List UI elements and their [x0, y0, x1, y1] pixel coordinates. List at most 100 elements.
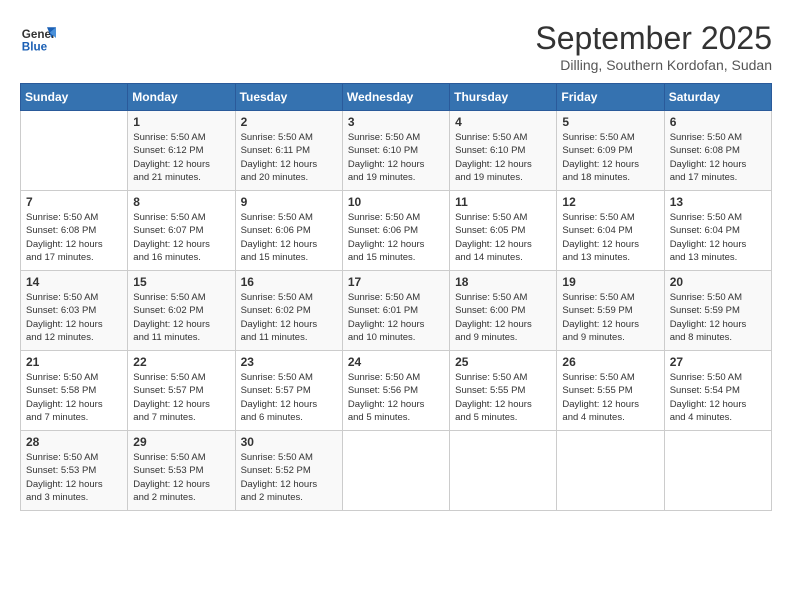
day-info: Sunrise: 5:50 AM Sunset: 6:03 PM Dayligh… — [26, 291, 122, 344]
calendar-week-3: 21Sunrise: 5:50 AM Sunset: 5:58 PM Dayli… — [21, 351, 772, 431]
calendar-week-4: 28 Sunrise: 5:50 AM Sunset: 5:53 PM Dayli… — [21, 431, 772, 511]
calendar-cell: 8Sunrise: 5:50 AM Sunset: 6:07 PM Daylig… — [128, 191, 235, 271]
day-info: Sunrise: 5:50 AM Sunset: 6:12 PM Dayligh… — [133, 131, 229, 184]
day-info: Sunrise: 5:50 AM Sunset: 5:57 PM Dayligh… — [241, 371, 337, 424]
calendar-cell: 5 Sunrise: 5:50 AM Sunset: 6:09 PM Daylig… — [557, 111, 664, 191]
day-info: Sunrise: 5:50 AM Sunset: 6:02 PM Dayligh… — [241, 291, 337, 344]
day-number: 10 — [348, 195, 444, 209]
page-header: General Blue September 2025 Dilling, Sou… — [20, 20, 772, 73]
calendar-cell: 30 Sunrise: 5:50 AM Sunset: 5:52 PM Dayli… — [235, 431, 342, 511]
calendar-cell: 28Sunrise: 5:50 AM Sunset: 5:53 PM Dayli… — [21, 431, 128, 511]
day-info: Sunrise: 5:50 AM Sunset: 5:56 PM Dayligh… — [348, 371, 444, 424]
calendar-cell: 1Sunrise: 5:50 AM Sunset: 6:12 PM Daylig… — [128, 111, 235, 191]
calendar-cell: 11 Sunrise: 5:50 AM Sunset: 6:05 PM Dayli… — [450, 191, 557, 271]
calendar-cell: 10 Sunrise: 5:50 AM Sunset: 6:06 PM Dayli… — [342, 191, 449, 271]
logo: General Blue — [20, 20, 56, 56]
day-number: 13 — [670, 195, 766, 209]
calendar-cell — [664, 431, 771, 511]
calendar-cell: 6 Sunrise: 5:50 AM Sunset: 6:08 PM Daylig… — [664, 111, 771, 191]
day-info: Sunrise: 5:50 AM Sunset: 5:52 PM Dayligh… — [241, 451, 337, 504]
day-info: Sunrise: 5:50 AM Sunset: 6:06 PM Dayligh… — [241, 211, 337, 264]
day-info: Sunrise: 5:50 AM Sunset: 6:08 PM Dayligh… — [670, 131, 766, 184]
weekday-header-sunday: Sunday — [21, 84, 128, 111]
calendar-cell: 4 Sunrise: 5:50 AM Sunset: 6:10 PM Daylig… — [450, 111, 557, 191]
weekday-header-row: SundayMondayTuesdayWednesdayThursdayFrid… — [21, 84, 772, 111]
day-info: Sunrise: 5:50 AM Sunset: 5:53 PM Dayligh… — [133, 451, 229, 504]
location-subtitle: Dilling, Southern Kordofan, Sudan — [535, 57, 772, 73]
day-number: 16 — [241, 275, 337, 289]
calendar-cell: 24 Sunrise: 5:50 AM Sunset: 5:56 PM Dayli… — [342, 351, 449, 431]
calendar-cell — [450, 431, 557, 511]
calendar-cell: 17Sunrise: 5:50 AM Sunset: 6:01 PM Dayli… — [342, 271, 449, 351]
day-info: Sunrise: 5:50 AM Sunset: 5:54 PM Dayligh… — [670, 371, 766, 424]
day-number: 18 — [455, 275, 551, 289]
calendar-cell: 27 Sunrise: 5:50 AM Sunset: 5:54 PM Dayli… — [664, 351, 771, 431]
day-number: 30 — [241, 435, 337, 449]
calendar-cell: 25 Sunrise: 5:50 AM Sunset: 5:55 PM Dayli… — [450, 351, 557, 431]
calendar-cell — [342, 431, 449, 511]
day-info: Sunrise: 5:50 AM Sunset: 5:59 PM Dayligh… — [562, 291, 658, 344]
day-number: 24 — [348, 355, 444, 369]
day-number: 12 — [562, 195, 658, 209]
day-info: Sunrise: 5:50 AM Sunset: 6:00 PM Dayligh… — [455, 291, 551, 344]
day-number: 2 — [241, 115, 337, 129]
day-info: Sunrise: 5:50 AM Sunset: 6:11 PM Dayligh… — [241, 131, 337, 184]
day-info: Sunrise: 5:50 AM Sunset: 6:04 PM Dayligh… — [670, 211, 766, 264]
day-info: Sunrise: 5:50 AM Sunset: 6:01 PM Dayligh… — [348, 291, 444, 344]
day-number: 5 — [562, 115, 658, 129]
calendar-cell: 15 Sunrise: 5:50 AM Sunset: 6:02 PM Dayli… — [128, 271, 235, 351]
calendar-cell: 19Sunrise: 5:50 AM Sunset: 5:59 PM Dayli… — [557, 271, 664, 351]
weekday-header-friday: Friday — [557, 84, 664, 111]
calendar-cell: 29 Sunrise: 5:50 AM Sunset: 5:53 PM Dayli… — [128, 431, 235, 511]
calendar-cell: 12Sunrise: 5:50 AM Sunset: 6:04 PM Dayli… — [557, 191, 664, 271]
calendar-cell: 20Sunrise: 5:50 AM Sunset: 5:59 PM Dayli… — [664, 271, 771, 351]
day-number: 15 — [133, 275, 229, 289]
day-number: 4 — [455, 115, 551, 129]
day-info: Sunrise: 5:50 AM Sunset: 6:08 PM Dayligh… — [26, 211, 122, 264]
day-info: Sunrise: 5:50 AM Sunset: 5:57 PM Dayligh… — [133, 371, 229, 424]
day-info: Sunrise: 5:50 AM Sunset: 6:09 PM Dayligh… — [562, 131, 658, 184]
weekday-header-thursday: Thursday — [450, 84, 557, 111]
weekday-header-wednesday: Wednesday — [342, 84, 449, 111]
day-number: 29 — [133, 435, 229, 449]
calendar-cell: 18 Sunrise: 5:50 AM Sunset: 6:00 PM Dayli… — [450, 271, 557, 351]
weekday-header-monday: Monday — [128, 84, 235, 111]
day-number: 20 — [670, 275, 766, 289]
day-number: 27 — [670, 355, 766, 369]
day-number: 28 — [26, 435, 122, 449]
calendar-cell: 2 Sunrise: 5:50 AM Sunset: 6:11 PM Daylig… — [235, 111, 342, 191]
day-info: Sunrise: 5:50 AM Sunset: 5:55 PM Dayligh… — [455, 371, 551, 424]
calendar-cell: 26Sunrise: 5:50 AM Sunset: 5:55 PM Dayli… — [557, 351, 664, 431]
day-number: 14 — [26, 275, 122, 289]
calendar-cell: 9 Sunrise: 5:50 AM Sunset: 6:06 PM Daylig… — [235, 191, 342, 271]
day-number: 7 — [26, 195, 122, 209]
day-number: 9 — [241, 195, 337, 209]
weekday-header-saturday: Saturday — [664, 84, 771, 111]
title-block: September 2025 Dilling, Southern Kordofa… — [535, 20, 772, 73]
calendar-cell: 16 Sunrise: 5:50 AM Sunset: 6:02 PM Dayli… — [235, 271, 342, 351]
calendar-cell — [557, 431, 664, 511]
calendar-cell: 22Sunrise: 5:50 AM Sunset: 5:57 PM Dayli… — [128, 351, 235, 431]
calendar-cell — [21, 111, 128, 191]
calendar-cell: 7 Sunrise: 5:50 AM Sunset: 6:08 PM Daylig… — [21, 191, 128, 271]
day-number: 11 — [455, 195, 551, 209]
calendar-cell: 23 Sunrise: 5:50 AM Sunset: 5:57 PM Dayli… — [235, 351, 342, 431]
day-number: 23 — [241, 355, 337, 369]
day-info: Sunrise: 5:50 AM Sunset: 6:10 PM Dayligh… — [455, 131, 551, 184]
day-info: Sunrise: 5:50 AM Sunset: 6:02 PM Dayligh… — [133, 291, 229, 344]
logo-icon: General Blue — [20, 20, 56, 56]
day-number: 6 — [670, 115, 766, 129]
calendar-cell: 21Sunrise: 5:50 AM Sunset: 5:58 PM Dayli… — [21, 351, 128, 431]
day-info: Sunrise: 5:50 AM Sunset: 6:10 PM Dayligh… — [348, 131, 444, 184]
day-info: Sunrise: 5:50 AM Sunset: 6:06 PM Dayligh… — [348, 211, 444, 264]
calendar-cell: 13 Sunrise: 5:50 AM Sunset: 6:04 PM Dayli… — [664, 191, 771, 271]
calendar-cell: 3Sunrise: 5:50 AM Sunset: 6:10 PM Daylig… — [342, 111, 449, 191]
calendar-week-2: 14 Sunrise: 5:50 AM Sunset: 6:03 PM Dayli… — [21, 271, 772, 351]
day-number: 25 — [455, 355, 551, 369]
day-number: 21 — [26, 355, 122, 369]
svg-text:Blue: Blue — [22, 41, 48, 54]
calendar-week-1: 7 Sunrise: 5:50 AM Sunset: 6:08 PM Daylig… — [21, 191, 772, 271]
day-info: Sunrise: 5:50 AM Sunset: 6:05 PM Dayligh… — [455, 211, 551, 264]
calendar-week-0: 1Sunrise: 5:50 AM Sunset: 6:12 PM Daylig… — [21, 111, 772, 191]
calendar-table: SundayMondayTuesdayWednesdayThursdayFrid… — [20, 83, 772, 511]
